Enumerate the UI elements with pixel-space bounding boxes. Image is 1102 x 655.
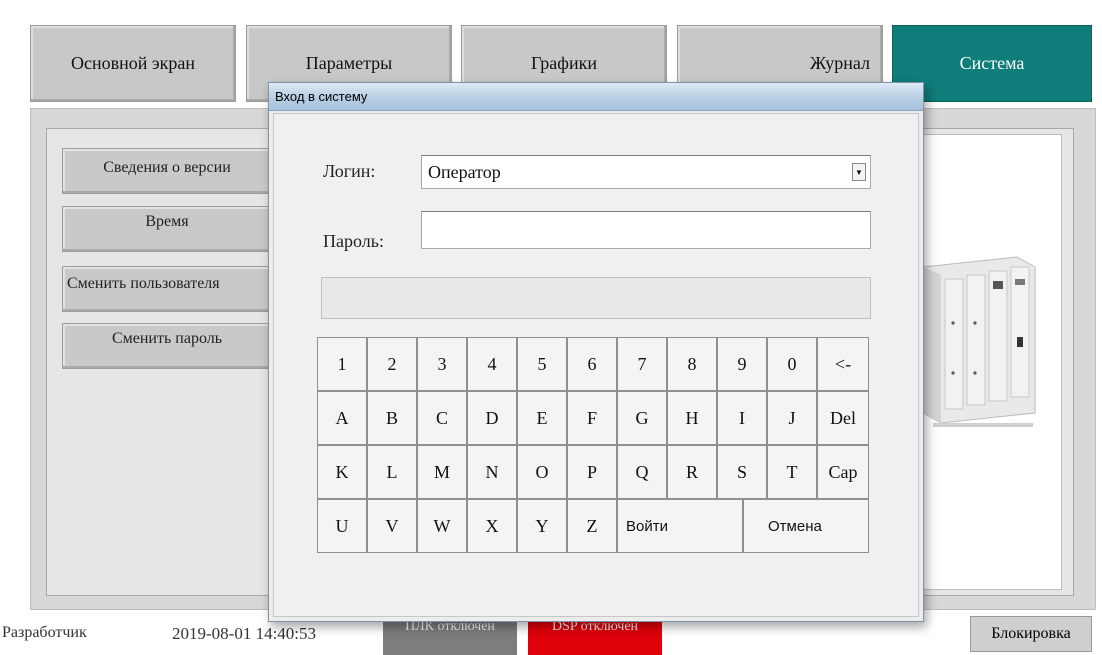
dialog-title: Вход в систему — [275, 89, 368, 104]
key-g[interactable]: G — [617, 391, 667, 445]
key-3[interactable]: 3 — [417, 337, 467, 391]
time-button[interactable]: Время — [62, 206, 272, 252]
key-q[interactable]: Q — [617, 445, 667, 499]
key-7[interactable]: 7 — [617, 337, 667, 391]
key-2[interactable]: 2 — [367, 337, 417, 391]
lock-button[interactable]: Блокировка — [970, 616, 1092, 652]
key-w[interactable]: W — [417, 499, 467, 553]
login-button[interactable]: Войти — [617, 499, 743, 553]
tab-label: Графики — [531, 53, 597, 73]
key-delete[interactable]: Del — [817, 391, 869, 445]
message-area — [321, 277, 871, 319]
key-n[interactable]: N — [467, 445, 517, 499]
key-c[interactable]: C — [417, 391, 467, 445]
login-label: Логин: — [323, 161, 376, 181]
key-r[interactable]: R — [667, 445, 717, 499]
key-caps[interactable]: Cap — [817, 445, 869, 499]
user-role: Разработчик — [2, 624, 87, 641]
key-4[interactable]: 4 — [467, 337, 517, 391]
key-f[interactable]: F — [567, 391, 617, 445]
time-label: Время — [145, 213, 189, 230]
key-backspace[interactable]: <- — [817, 337, 869, 391]
key-t[interactable]: T — [767, 445, 817, 499]
key-j[interactable]: J — [767, 391, 817, 445]
version-info-button[interactable]: Сведения о версии — [62, 148, 272, 194]
key-m[interactable]: M — [417, 445, 467, 499]
key-0[interactable]: 0 — [767, 337, 817, 391]
change-user-button[interactable]: Сменить пользователя — [62, 266, 272, 312]
key-v[interactable]: V — [367, 499, 417, 553]
key-z[interactable]: Z — [567, 499, 617, 553]
key-k[interactable]: K — [317, 445, 367, 499]
datetime: 2019-08-01 14:40:53 — [172, 624, 317, 643]
key-l[interactable]: L — [367, 445, 417, 499]
key-i[interactable]: I — [717, 391, 767, 445]
cabinet-image — [922, 256, 1036, 427]
key-9[interactable]: 9 — [717, 337, 767, 391]
key-y[interactable]: Y — [517, 499, 567, 553]
cancel-button[interactable]: Отмена — [743, 499, 869, 553]
key-u[interactable]: U — [317, 499, 367, 553]
key-x[interactable]: X — [467, 499, 517, 553]
key-1[interactable]: 1 — [317, 337, 367, 391]
key-o[interactable]: O — [517, 445, 567, 499]
dialog-title-bar[interactable]: Вход в систему — [269, 83, 923, 111]
key-a[interactable]: A — [317, 391, 367, 445]
key-6[interactable]: 6 — [567, 337, 617, 391]
login-value: Оператор — [428, 161, 501, 182]
tab-label: Параметры — [305, 53, 393, 73]
login-select[interactable]: Оператор ▼ — [421, 155, 871, 189]
change-password-label: Сменить пароль — [111, 330, 223, 347]
key-e[interactable]: E — [517, 391, 567, 445]
change-user-label: Сменить пользователя — [67, 275, 220, 292]
tab-label: Журнал — [809, 53, 870, 73]
key-p[interactable]: P — [567, 445, 617, 499]
password-field[interactable] — [421, 211, 871, 249]
key-8[interactable]: 8 — [667, 337, 717, 391]
on-screen-keyboard: 1 2 3 4 5 6 7 8 9 0 <- A B C D E F G H I… — [317, 337, 869, 553]
equipment-image-frame — [900, 134, 1062, 590]
key-5[interactable]: 5 — [517, 337, 567, 391]
version-info-label: Сведения о версии — [103, 159, 231, 176]
change-password-button[interactable]: Сменить пароль — [62, 323, 272, 369]
tab-label: Система — [959, 53, 1025, 73]
key-b[interactable]: B — [367, 391, 417, 445]
key-s[interactable]: S — [717, 445, 767, 499]
login-dialog: Вход в систему Логин: Оператор ▼ Пароль:… — [268, 82, 924, 622]
tab-main-screen[interactable]: Основной экран — [30, 25, 236, 102]
key-d[interactable]: D — [467, 391, 517, 445]
tab-label: Основной экран — [71, 53, 195, 73]
chevron-down-icon[interactable]: ▼ — [852, 163, 866, 181]
key-h[interactable]: H — [667, 391, 717, 445]
password-label: Пароль: — [323, 231, 384, 251]
